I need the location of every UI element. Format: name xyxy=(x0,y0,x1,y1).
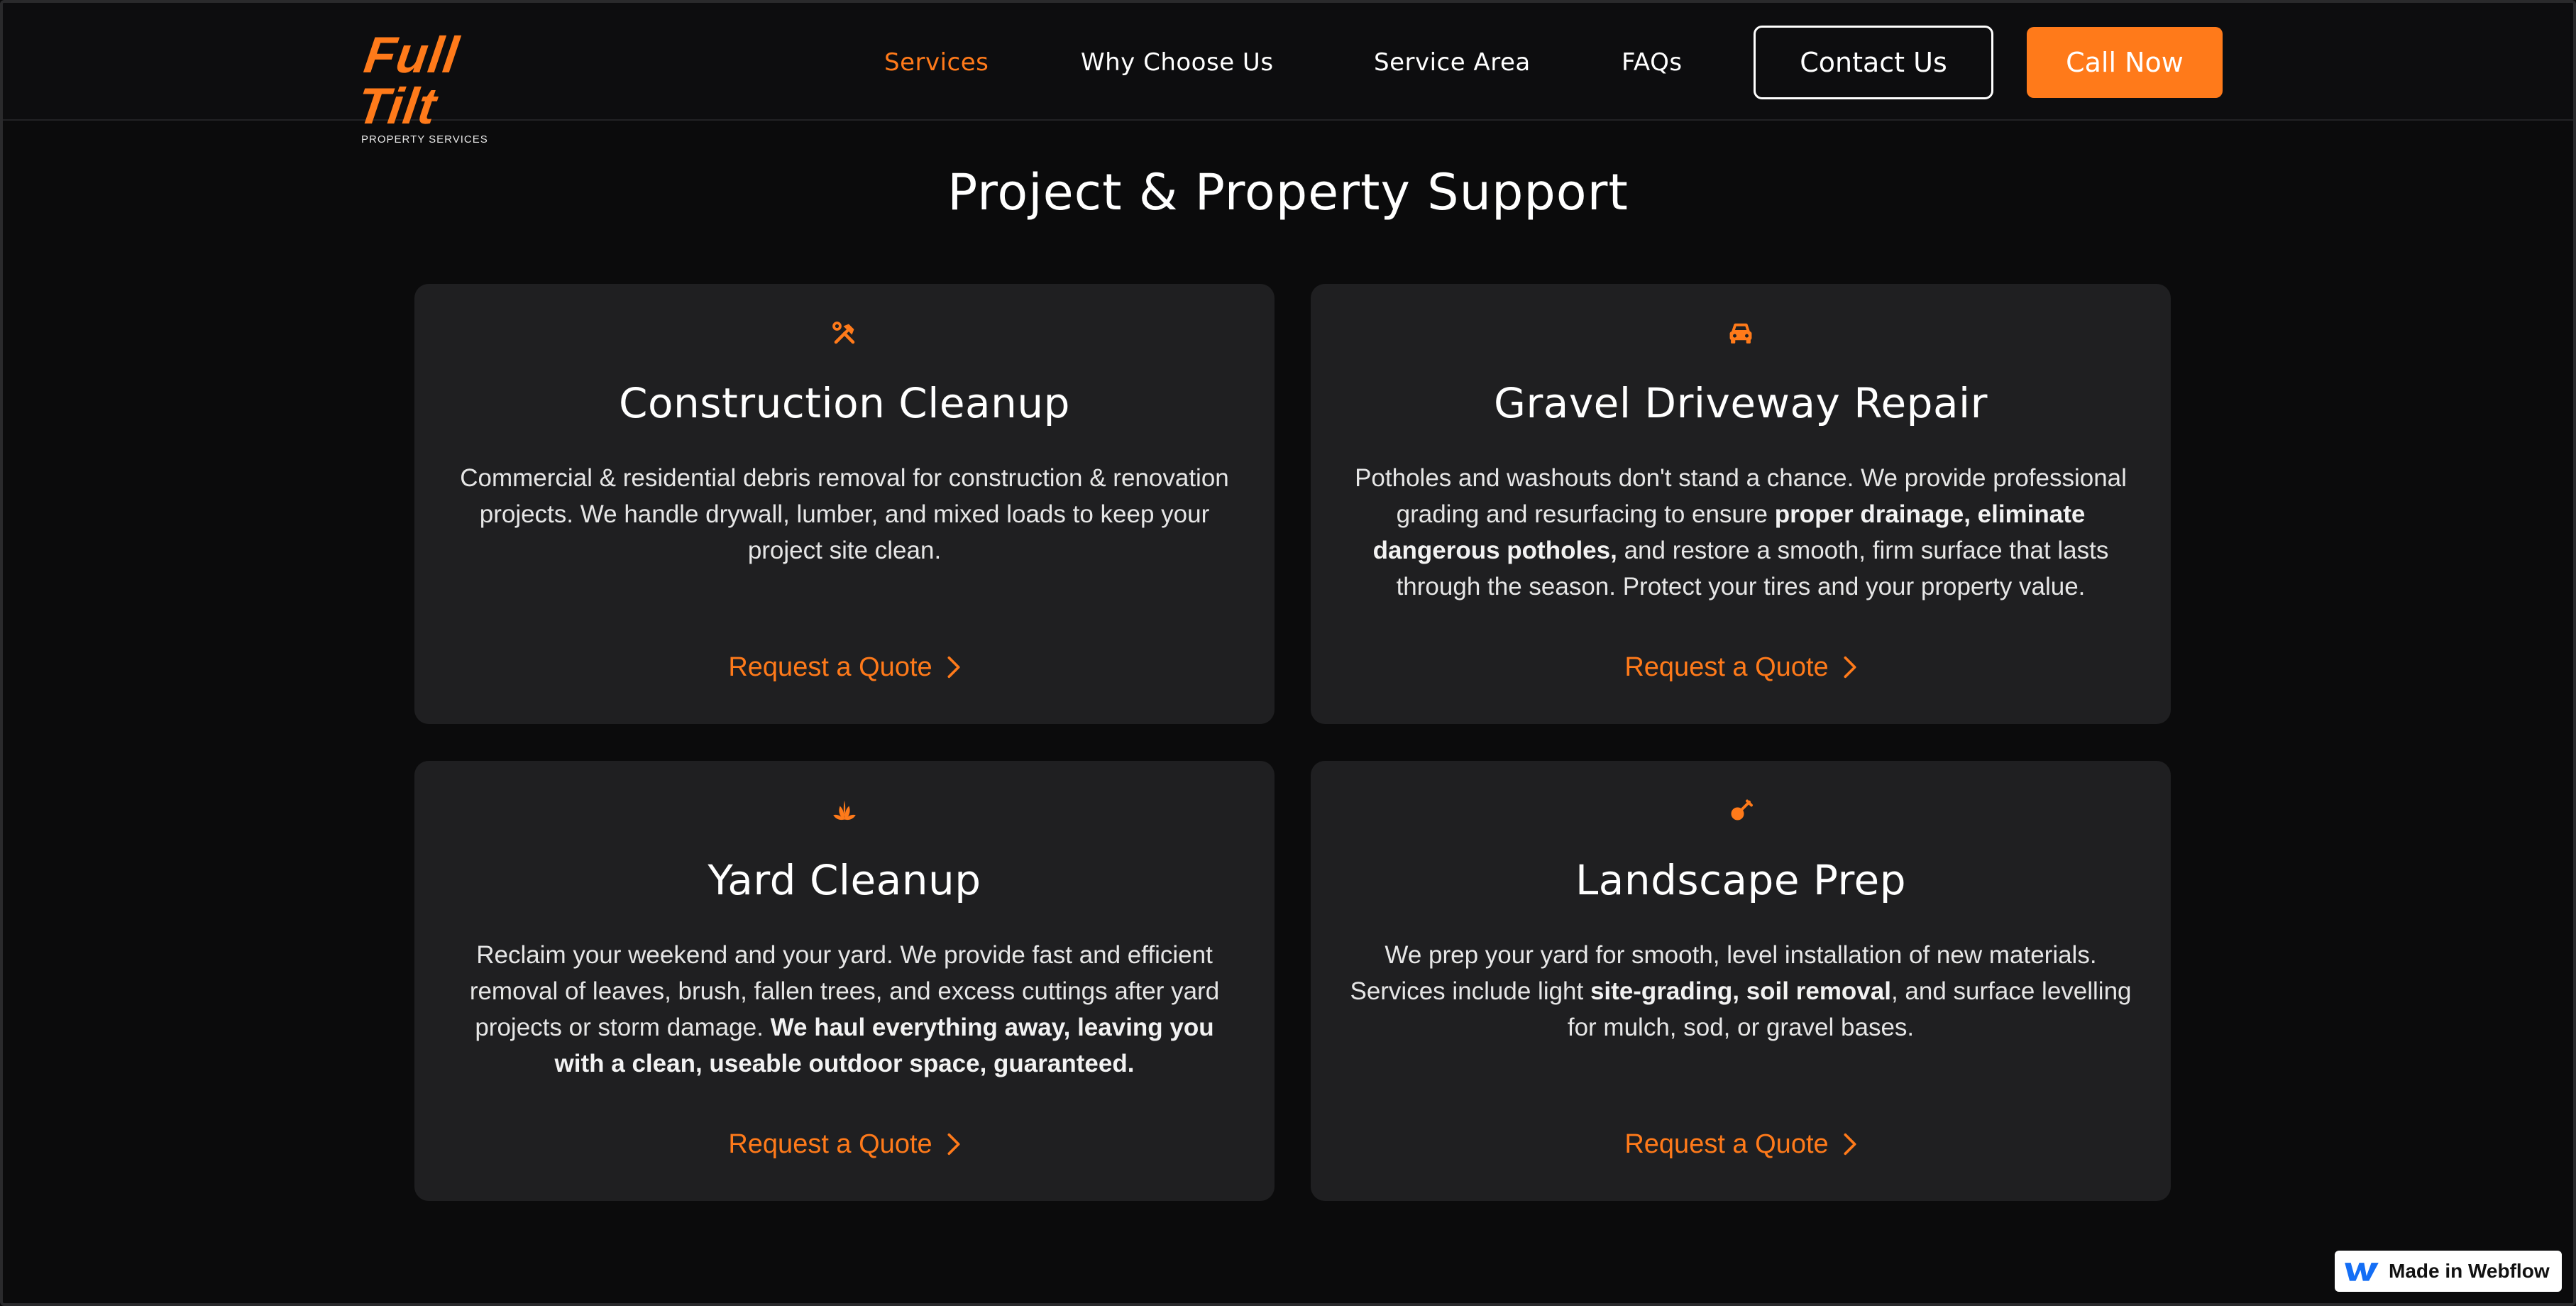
nav-link-why-choose-us[interactable]: Why Choose Us xyxy=(1081,45,1274,79)
service-card-landscape-prep: Landscape Prep We prep your yard for smo… xyxy=(1311,761,2171,1201)
description-emphasis: site-grading, soil removal xyxy=(1590,977,1891,1005)
chevron-right-icon xyxy=(1844,656,1856,679)
cta-label: Request a Quote xyxy=(1624,1129,1829,1159)
request-quote-link[interactable]: Request a Quote xyxy=(1311,646,2171,688)
car-icon xyxy=(1729,323,1752,344)
logo-subtitle: PROPERTY SERVICES xyxy=(361,133,488,146)
card-title: Gravel Driveway Repair xyxy=(1494,379,1988,427)
service-card-construction-cleanup: Construction Cleanup Commercial & reside… xyxy=(414,284,1275,724)
made-in-webflow-badge[interactable]: Made in Webflow xyxy=(2335,1251,2562,1292)
badge-label: Made in Webflow xyxy=(2389,1260,2550,1282)
card-description: Potholes and washouts don't stand a chan… xyxy=(1346,460,2135,605)
tools-icon xyxy=(832,322,855,344)
section-title: Project & Property Support xyxy=(947,163,1629,221)
card-title: Yard Cleanup xyxy=(708,856,981,904)
chevron-right-icon xyxy=(947,1133,960,1156)
service-card-gravel-driveway-repair: Gravel Driveway Repair Potholes and wash… xyxy=(1311,284,2171,724)
webflow-logo-icon xyxy=(2345,1263,2379,1281)
contact-us-button[interactable]: Contact Us xyxy=(1754,26,1993,99)
description-text: Commercial & residential debris removal … xyxy=(460,464,1229,564)
browser-viewport: Full Tilt PROPERTY SERVICES Services Why… xyxy=(0,0,2576,1306)
shovel-icon xyxy=(1731,799,1753,821)
nav-link-services[interactable]: Services xyxy=(884,45,989,79)
chevron-right-icon xyxy=(1844,1133,1856,1156)
nav-link-service-area[interactable]: Service Area xyxy=(1374,45,1531,79)
cta-label: Request a Quote xyxy=(728,1129,932,1159)
top-navigation: Full Tilt PROPERTY SERVICES Services Why… xyxy=(3,3,2573,146)
card-description: Commercial & residential debris removal … xyxy=(450,460,1239,569)
cta-label: Request a Quote xyxy=(1624,652,1829,682)
card-title: Construction Cleanup xyxy=(619,379,1070,427)
chevron-right-icon xyxy=(947,656,960,679)
logo-wordmark: Full Tilt xyxy=(353,27,463,135)
site-logo[interactable]: Full Tilt PROPERTY SERVICES xyxy=(353,27,517,146)
request-quote-link[interactable]: Request a Quote xyxy=(1311,1123,2171,1165)
card-description: We prep your yard for smooth, level inst… xyxy=(1346,937,2135,1046)
service-card-yard-cleanup: Yard Cleanup Reclaim your weekend and yo… xyxy=(414,761,1275,1201)
call-now-button[interactable]: Call Now xyxy=(2027,27,2223,98)
nav-link-faqs[interactable]: FAQs xyxy=(1622,45,1683,79)
request-quote-link[interactable]: Request a Quote xyxy=(414,1123,1275,1165)
cta-label: Request a Quote xyxy=(728,652,932,682)
card-description: Reclaim your weekend and your yard. We p… xyxy=(450,937,1239,1082)
card-title: Landscape Prep xyxy=(1575,856,1907,904)
request-quote-link[interactable]: Request a Quote xyxy=(414,646,1275,688)
leaf-icon xyxy=(833,800,856,821)
